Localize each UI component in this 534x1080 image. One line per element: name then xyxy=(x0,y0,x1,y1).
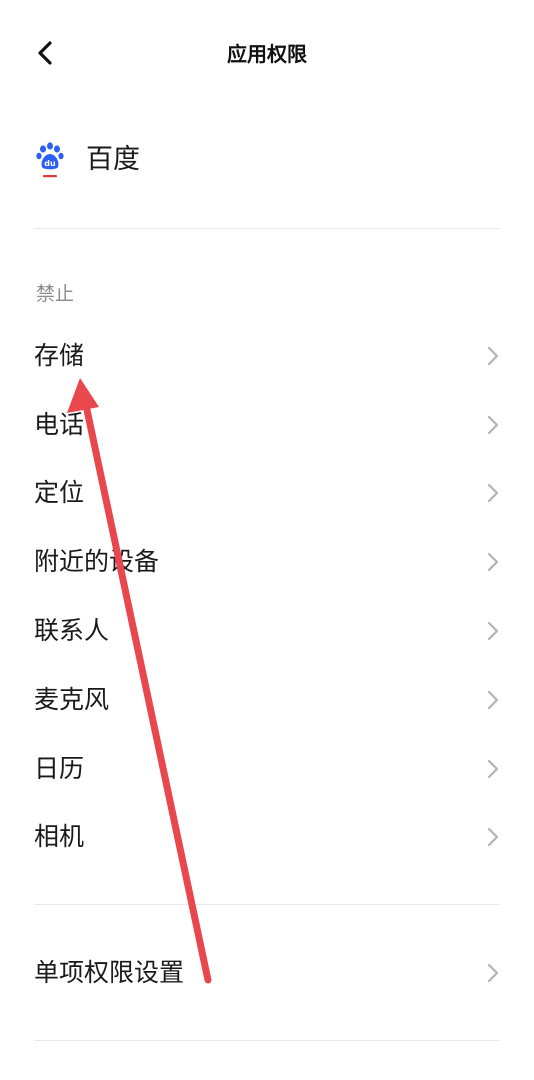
permission-label: 附近的设备 xyxy=(34,547,160,576)
permission-label: 相机 xyxy=(34,822,85,851)
permission-row-calendar[interactable]: 日历 xyxy=(34,741,500,797)
permission-row-storage[interactable]: 存储 xyxy=(34,328,500,384)
chevron-right-icon xyxy=(487,963,499,983)
app-name: 百度 xyxy=(86,144,140,175)
chevron-right-icon xyxy=(487,621,499,641)
divider-bottom xyxy=(34,1040,500,1041)
permission-row-camera[interactable]: 相机 xyxy=(34,809,500,865)
chevron-right-icon xyxy=(487,690,499,710)
permission-row-nearby-devices[interactable]: 附近的设备 xyxy=(34,534,500,590)
header-bar: 应用权限 xyxy=(0,0,534,108)
permission-row-location[interactable]: 定位 xyxy=(34,465,500,521)
chevron-right-icon xyxy=(487,552,499,572)
permission-label: 日历 xyxy=(34,754,85,783)
permission-label: 联系人 xyxy=(34,616,110,645)
section-label-denied: 禁止 xyxy=(36,283,75,305)
permission-label: 存储 xyxy=(34,341,85,370)
chevron-right-icon xyxy=(487,415,499,435)
baidu-logo-icon: du xyxy=(36,142,64,178)
permission-row-contacts[interactable]: 联系人 xyxy=(34,603,500,659)
permission-row-phone[interactable]: 电话 xyxy=(34,397,500,453)
permission-row-microphone[interactable]: 麦克风 xyxy=(34,672,500,728)
app-info-row: du 百度 xyxy=(34,138,140,182)
chevron-right-icon xyxy=(487,827,499,847)
page-title: 应用权限 xyxy=(227,42,307,66)
permission-label: 定位 xyxy=(34,478,85,507)
divider-top xyxy=(34,228,500,229)
divider-middle xyxy=(34,904,500,905)
single-permission-settings-label: 单项权限设置 xyxy=(34,958,185,987)
svg-text:du: du xyxy=(44,159,56,168)
single-permission-settings-row[interactable]: 单项权限设置 xyxy=(34,945,500,1001)
chevron-right-icon xyxy=(487,346,499,366)
chevron-right-icon xyxy=(487,483,499,503)
chevron-right-icon xyxy=(487,759,499,779)
permission-label: 电话 xyxy=(34,410,85,439)
permission-label: 麦克风 xyxy=(34,685,110,714)
